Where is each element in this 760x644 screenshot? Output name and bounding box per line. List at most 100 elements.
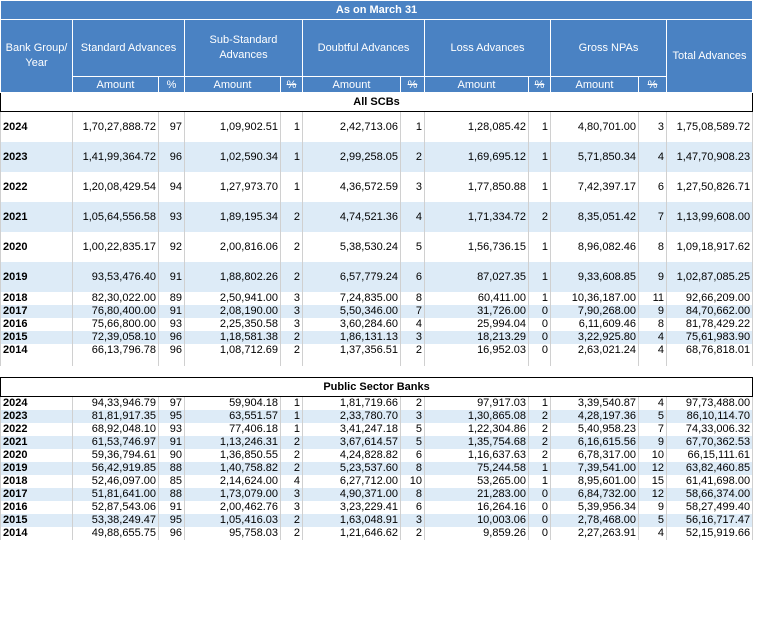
spacer-row bbox=[0, 357, 754, 367]
cell-std: 1,05,64,556.58 bbox=[72, 202, 159, 232]
cell-std-percent: 91 bbox=[158, 305, 185, 318]
row-year: 2016 bbox=[0, 318, 73, 331]
cell-std-percent: 90 bbox=[158, 449, 185, 462]
table-row: 2016 75,66,800.00 93 2,25,350.58 3 3,60,284.6… bbox=[0, 318, 754, 331]
cell-loss-percent: 1 bbox=[528, 262, 551, 292]
cell-std: 72,39,058.10 bbox=[72, 331, 159, 344]
cell-std-percent: 94 bbox=[158, 172, 185, 202]
col-header-standard-advances: Standard Advances bbox=[72, 19, 185, 77]
cell-loss: 1,71,334.72 bbox=[424, 202, 529, 232]
cell-sub: 63,551.57 bbox=[184, 410, 281, 423]
cell-std: 52,46,097.00 bbox=[72, 475, 159, 488]
cell-dbt-percent: 10 bbox=[400, 475, 425, 488]
cell-sub-percent: 3 bbox=[280, 501, 303, 514]
cell-std: 94,33,946.79 bbox=[72, 396, 159, 410]
cell-gnpa: 2,27,263.91 bbox=[550, 527, 639, 540]
table-row: 2021 61,53,746.97 91 1,13,246.31 2 3,67,614.5… bbox=[0, 436, 754, 449]
empty-cell bbox=[184, 357, 281, 367]
cell-sub: 1,73,079.00 bbox=[184, 488, 281, 501]
cell-gnpa: 5,40,958.23 bbox=[550, 423, 639, 436]
empty-cell bbox=[638, 357, 667, 367]
cell-std-percent: 95 bbox=[158, 410, 185, 423]
cell-gnpa-percent: 3 bbox=[638, 111, 667, 142]
cell-loss-percent: 2 bbox=[528, 423, 551, 436]
cell-loss-percent: 2 bbox=[528, 436, 551, 449]
col-header-loss-advances: Loss Advances bbox=[424, 19, 551, 77]
cell-dbt: 2,42,713.06 bbox=[302, 111, 401, 142]
cell-sub-percent: 2 bbox=[280, 449, 303, 462]
cell-dbt-percent: 6 bbox=[400, 262, 425, 292]
cell-sub-percent: 3 bbox=[280, 292, 303, 305]
cell-dbt: 2,99,258.05 bbox=[302, 142, 401, 172]
cell-loss-percent: 0 bbox=[528, 527, 551, 540]
col-header-doubtful-advances: Doubtful Advances bbox=[302, 19, 425, 77]
cell-dbt-percent: 6 bbox=[400, 449, 425, 462]
cell-dbt: 5,23,537.60 bbox=[302, 462, 401, 475]
cell-sub: 1,89,195.34 bbox=[184, 202, 281, 232]
cell-loss-percent: 1 bbox=[528, 396, 551, 410]
cell-loss-percent: 1 bbox=[528, 232, 551, 262]
cell-gnpa: 3,22,925.80 bbox=[550, 331, 639, 344]
section-title: All SCBs bbox=[0, 92, 754, 112]
cell-std: 52,87,543.06 bbox=[72, 501, 159, 514]
row-year: 2015 bbox=[0, 514, 73, 527]
cell-gnpa: 6,16,615.56 bbox=[550, 436, 639, 449]
cell-dbt: 2,33,780.70 bbox=[302, 410, 401, 423]
cell-gnpa-percent: 4 bbox=[638, 396, 667, 410]
cell-dbt-percent: 2 bbox=[400, 344, 425, 358]
cell-loss-percent: 1 bbox=[528, 475, 551, 488]
cell-gnpa-percent: 11 bbox=[638, 292, 667, 305]
cell-loss-percent: 2 bbox=[528, 202, 551, 232]
table-row: 2019 56,42,919.85 88 1,40,758.82 2 5,23,537.6… bbox=[0, 462, 754, 475]
cell-dbt: 1,63,048.91 bbox=[302, 514, 401, 527]
cell-dbt: 5,50,346.00 bbox=[302, 305, 401, 318]
cell-dbt: 1,37,356.51 bbox=[302, 344, 401, 358]
cell-std-percent: 89 bbox=[158, 292, 185, 305]
cell-loss-percent: 1 bbox=[528, 172, 551, 202]
table-row: 2020 59,36,794.61 90 1,36,850.55 2 4,24,828.8… bbox=[0, 449, 754, 462]
cell-sub-percent: 1 bbox=[280, 172, 303, 202]
cell-gnpa-percent: 12 bbox=[638, 462, 667, 475]
cell-sub: 77,406.18 bbox=[184, 423, 281, 436]
cell-loss-percent: 1 bbox=[528, 142, 551, 172]
cell-loss: 1,16,637.63 bbox=[424, 449, 529, 462]
cell-dbt-percent: 3 bbox=[400, 514, 425, 527]
cell-total: 1,75,08,589.72 bbox=[665, 111, 754, 142]
cell-total: 1,02,87,085.25 bbox=[665, 262, 754, 292]
cell-loss: 97,917.03 bbox=[424, 396, 529, 410]
cell-gnpa: 5,39,956.34 bbox=[550, 501, 639, 514]
cell-gnpa-percent: 8 bbox=[638, 318, 667, 331]
cell-gnpa: 8,35,051.42 bbox=[550, 202, 639, 232]
cell-gnpa: 4,80,701.00 bbox=[550, 111, 639, 142]
cell-std: 1,70,27,888.72 bbox=[72, 111, 159, 142]
cell-std-percent: 93 bbox=[158, 423, 185, 436]
cell-std: 81,81,917.35 bbox=[72, 410, 159, 423]
cell-std-percent: 85 bbox=[158, 475, 185, 488]
cell-std-percent: 91 bbox=[158, 262, 185, 292]
cell-dbt: 1,86,131.13 bbox=[302, 331, 401, 344]
cell-loss: 60,411.00 bbox=[424, 292, 529, 305]
cell-sub: 2,14,624.00 bbox=[184, 475, 281, 488]
subheader-percent: % bbox=[638, 76, 667, 93]
cell-dbt: 4,90,371.00 bbox=[302, 488, 401, 501]
cell-loss: 53,265.00 bbox=[424, 475, 529, 488]
cell-total: 1,27,50,826.71 bbox=[665, 172, 754, 202]
row-year: 2017 bbox=[0, 305, 73, 318]
row-year: 2014 bbox=[0, 344, 73, 358]
cell-loss: 21,283.00 bbox=[424, 488, 529, 501]
cell-loss-percent: 2 bbox=[528, 410, 551, 423]
cell-sub: 1,08,712.69 bbox=[184, 344, 281, 358]
row-year: 2024 bbox=[0, 396, 73, 410]
cell-total: 75,61,983.90 bbox=[665, 331, 754, 344]
cell-std: 66,13,796.78 bbox=[72, 344, 159, 358]
row-year: 2021 bbox=[0, 436, 73, 449]
empty-cell bbox=[302, 357, 401, 367]
cell-dbt: 1,21,646.62 bbox=[302, 527, 401, 540]
cell-total: 66,15,111.61 bbox=[665, 449, 754, 462]
cell-sub-percent: 2 bbox=[280, 262, 303, 292]
cell-sub: 1,13,246.31 bbox=[184, 436, 281, 449]
table-row: 2018 52,46,097.00 85 2,14,624.00 4 6,27,712.0… bbox=[0, 475, 754, 488]
row-year: 2018 bbox=[0, 292, 73, 305]
empty-cell bbox=[665, 357, 754, 367]
cell-dbt-percent: 8 bbox=[400, 462, 425, 475]
